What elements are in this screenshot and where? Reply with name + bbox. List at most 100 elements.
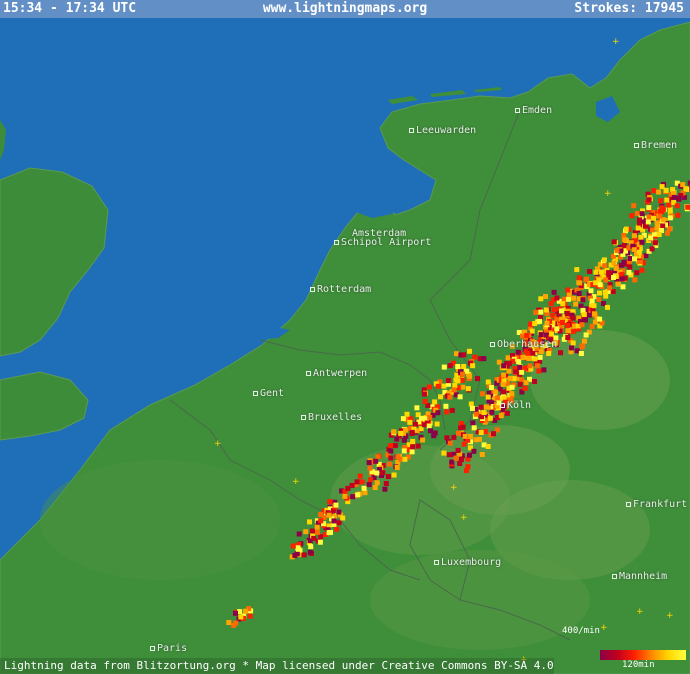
footer-credit[interactable]: Lightning data from Blitzortung.org * Ma… [0, 658, 554, 674]
strike-mark [558, 350, 563, 356]
legend-rate: 400/min [562, 626, 600, 636]
strike-mark [460, 384, 466, 390]
strike-mark [598, 269, 604, 275]
strike-mark [596, 277, 602, 283]
strike-mark [412, 421, 418, 427]
strike-mark [354, 479, 360, 485]
strike-cross-icon: + [604, 189, 612, 199]
strike-mark [523, 380, 529, 386]
city-bremen: Bremen [634, 140, 677, 151]
strike-mark [471, 425, 477, 431]
strike-mark [308, 544, 314, 550]
strike-mark [479, 452, 485, 457]
city-leeuwarden: Leeuwarden [409, 125, 476, 136]
strike-mark [538, 309, 544, 315]
strike-mark [410, 438, 416, 444]
strike-mark [491, 431, 496, 437]
strokes-count: Strokes: 17945 [574, 1, 684, 16]
strike-mark [570, 315, 576, 321]
strike-cross-icon: + [292, 477, 300, 487]
strike-mark [404, 411, 410, 417]
strike-mark [560, 301, 566, 307]
city-label: Gent [260, 388, 285, 399]
strike-mark [534, 363, 540, 369]
strike-mark [665, 230, 670, 236]
strike-mark [651, 215, 656, 221]
strike-mark [441, 450, 447, 456]
strike-legend: 400/min 120min [562, 626, 686, 670]
strike-mark [419, 415, 424, 421]
strike-mark [643, 253, 649, 259]
strike-mark [478, 430, 484, 435]
strike-mark [564, 311, 570, 316]
strike-mark [342, 493, 348, 499]
city-label: Paris [157, 643, 188, 654]
strike-mark [296, 531, 302, 537]
strike-mark [659, 209, 665, 215]
city-paris: Paris [150, 643, 187, 654]
strike-mark [427, 414, 433, 420]
strike-mark [407, 419, 413, 425]
strike-mark [489, 385, 494, 390]
strike-mark [506, 368, 512, 374]
map-base: ++++++++++ [0, 0, 690, 674]
strike-mark [455, 364, 461, 369]
strike-mark [414, 405, 420, 411]
strike-mark [457, 394, 463, 400]
city-label: Schipol Airport [341, 237, 432, 248]
strike-cross-icon: + [612, 37, 620, 47]
strike-mark [383, 481, 389, 486]
strike-mark [303, 529, 309, 535]
strike-mark [629, 213, 635, 219]
strike-mark [359, 479, 365, 485]
strike-mark [498, 413, 504, 419]
strike-mark [461, 364, 467, 369]
city-label: Bremen [641, 140, 678, 151]
city-marker-icon [409, 127, 414, 133]
strike-mark [551, 307, 557, 313]
strike-mark [596, 297, 602, 302]
strike-mark [631, 233, 637, 239]
strike-mark [636, 249, 642, 255]
city-koln: Köln [500, 400, 531, 411]
strike-mark [470, 363, 476, 369]
strike-mark [671, 194, 677, 200]
strike-mark [326, 512, 332, 518]
strike-mark [478, 404, 484, 410]
city-marker-icon [306, 370, 311, 376]
strike-mark [621, 232, 627, 238]
strike-mark [315, 529, 321, 535]
city-rotterdam: Rotterdam [310, 284, 371, 295]
strike-mark [451, 434, 457, 440]
strike-mark [538, 332, 544, 338]
strike-mark [243, 608, 248, 614]
strike-mark [467, 373, 473, 379]
strike-mark [455, 378, 461, 384]
strike-mark [501, 389, 506, 395]
strike-mark [532, 379, 537, 384]
strike-cross-icon: + [460, 513, 468, 523]
strike-mark [592, 311, 597, 317]
strike-mark [432, 399, 438, 405]
strike-mark [601, 257, 607, 263]
strike-mark [566, 296, 571, 302]
strike-mark [632, 256, 637, 262]
strike-mark [603, 277, 609, 283]
strike-mark [428, 428, 433, 434]
map-canvas[interactable]: + + + + + + + + + + 15:34 - 17:34 UTC www.lightni… [0, 0, 690, 674]
strike-mark [597, 316, 603, 322]
strike-mark [435, 383, 441, 389]
strike-mark [632, 277, 638, 283]
strike-mark [638, 234, 644, 240]
strike-mark [373, 458, 379, 464]
city-marker-icon [253, 390, 258, 396]
strike-mark [336, 509, 342, 515]
city-label: Leeuwarden [416, 125, 477, 136]
strike-mark [631, 247, 637, 253]
strike-mark [517, 364, 523, 370]
legend-time: 120min [622, 660, 655, 670]
strike-mark [400, 416, 406, 422]
strike-mark [434, 421, 440, 427]
strike-mark [578, 303, 584, 309]
strike-mark [487, 415, 493, 421]
